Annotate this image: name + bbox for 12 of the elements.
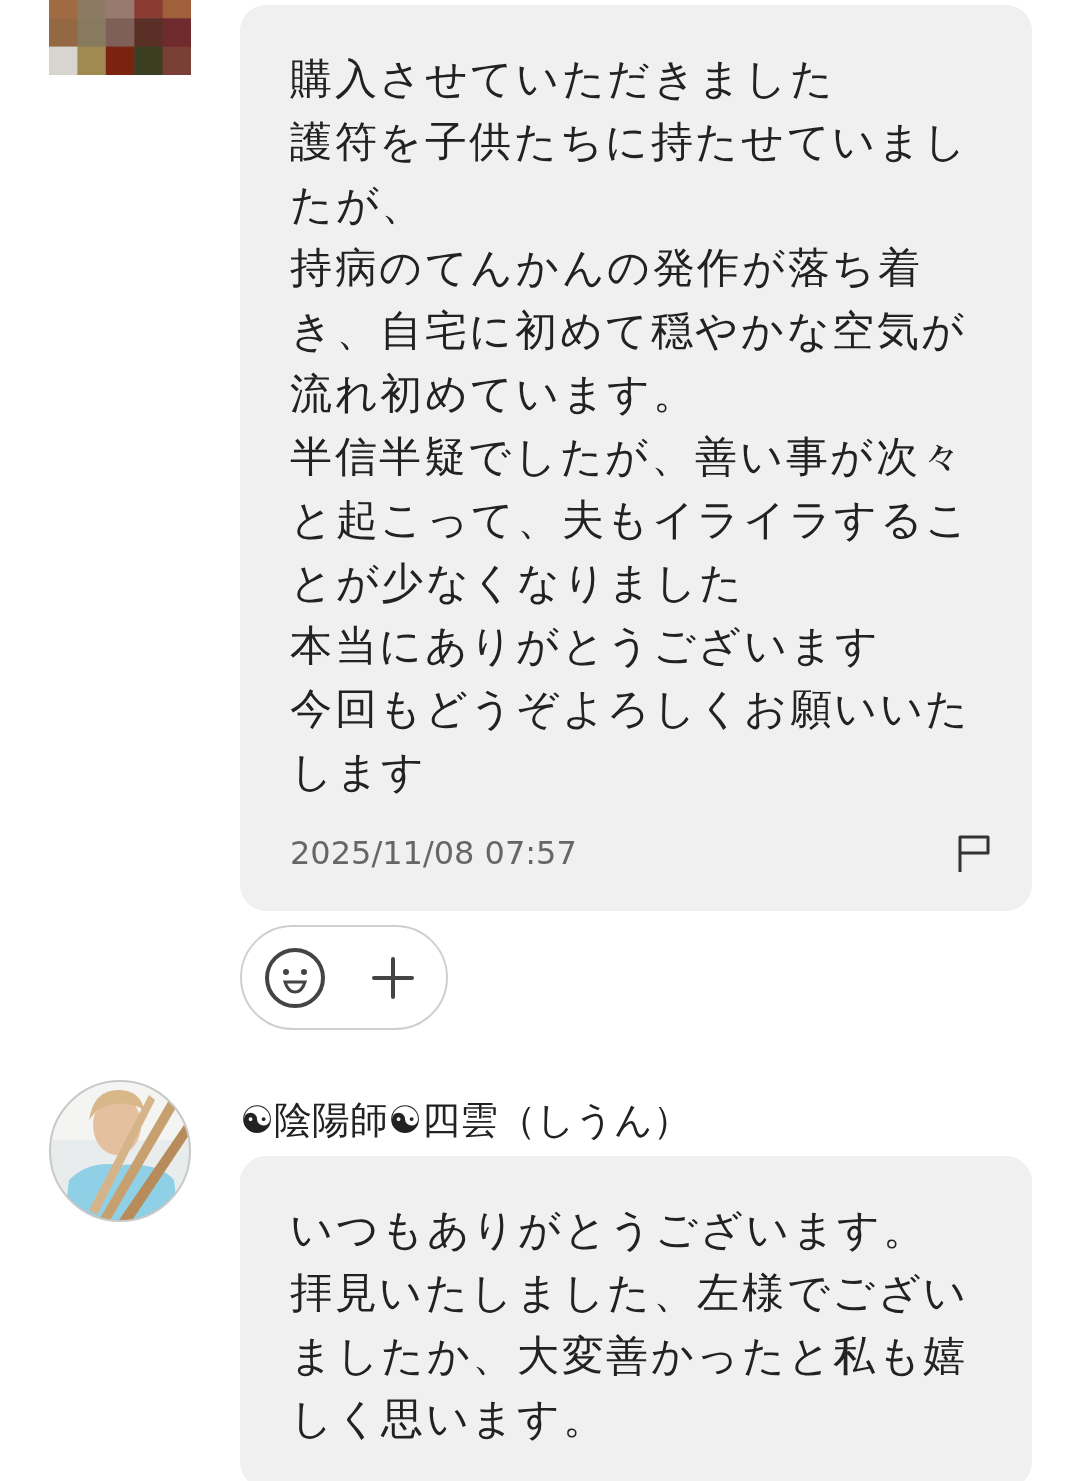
flag-icon[interactable]: [956, 833, 992, 873]
message-text: 今回もどうぞよろしくお願いいたします: [290, 683, 972, 798]
message-timestamp: 2025/11/08 07:57: [290, 834, 577, 872]
message-text: 購入させていただきました: [290, 53, 837, 105]
message-text: 護符を子供たちに持たせていましたが、: [290, 116, 970, 231]
message-text: 本当にありがとうございます: [290, 620, 882, 672]
message-text: 持病のてんかんの発作が落ち着き、自宅に初めて穏やかな空気が流れ初めています。: [290, 242, 968, 420]
smiley-icon: [264, 946, 326, 1009]
message-text: いつもありがとうございます。: [290, 1203, 929, 1256]
message-text: 半信半疑でしたが、善い事が次々と起こって、夫もイライラすることが少なくなりました: [290, 431, 972, 609]
sender-name: ☯陰陽師☯四雲（しうん）: [240, 1098, 693, 1144]
message-text: 拝見いたしました、左様でございましたか、大変善かったと私も嬉しく思います。: [290, 1266, 970, 1445]
